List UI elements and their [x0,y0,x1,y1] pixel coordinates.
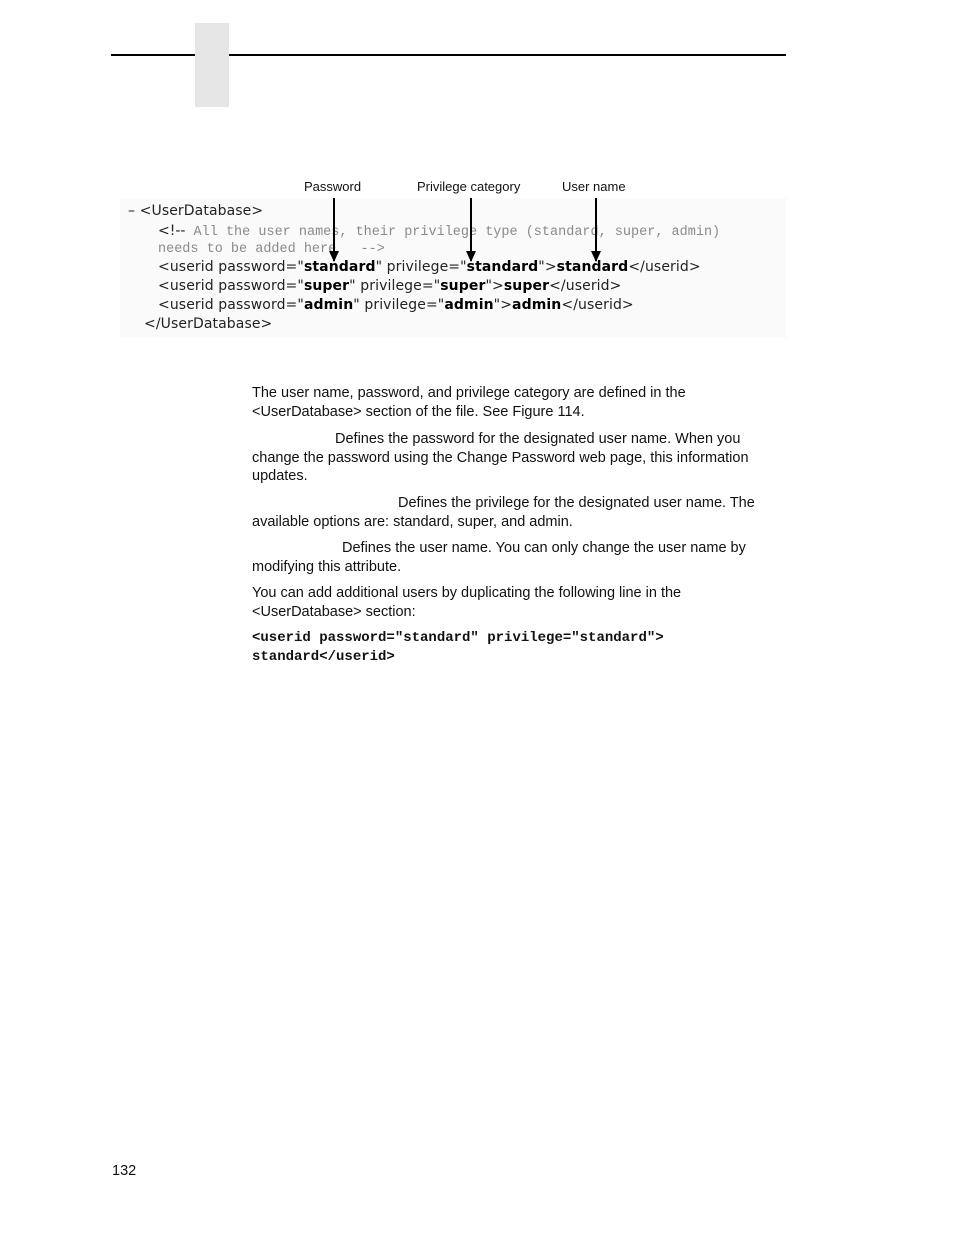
user-value: super [503,278,550,294]
code-line-1: <userid password="standard" privilege="s… [252,630,664,646]
code-line-2: standard</userid> [252,649,395,665]
privilege-value: super [440,278,486,294]
username-description: Defines the user name. You can only chan… [252,540,746,575]
xml-userid-row: <userid password="standard" privilege="s… [158,259,701,275]
password-value: standard [303,259,376,275]
xml-open-tag: – <UserDatabase> [128,203,264,219]
privilege-description: Defines the privilege for the designated… [252,495,755,530]
xml-userid-row: <userid password="super" privilege="supe… [158,278,621,294]
xml-text: <userid password=" [158,259,304,275]
callout-privilege-category: Privilege category [417,179,521,194]
xml-text: </userid> [549,278,622,294]
xml-text: "> [538,259,557,275]
xml-comment-line2: needs to be added here --> [158,242,385,257]
xml-text: </userid> [561,297,634,313]
password-description: Defines the password for the designated … [252,431,749,484]
xml-text: <userid password=" [158,278,304,294]
xml-text: "> [493,297,513,313]
privilege-value: admin [444,297,494,313]
xml-text: </userid> [628,259,701,275]
add-users-paragraph: You can add additional users by duplicat… [252,585,682,620]
xml-text: " privilege=" [375,259,467,275]
comment-open: <!-- [158,223,186,239]
password-value: admin [303,297,354,313]
xml-comment-line1: <!-- All the user names, their privilege… [158,223,720,240]
comment-text: All the user names, their privilege type… [185,225,721,240]
user-value: admin [512,297,562,313]
intro-paragraph: The user name, password, and privilege c… [252,385,686,420]
callout-user-name: User name [562,179,626,194]
xml-text: "> [485,278,504,294]
xml-close-tag: </UserDatabase> [144,316,273,332]
xml-text: <userid password=" [158,297,304,313]
user-database-figure: Password Privilege category User name – … [120,175,786,340]
page-number: 132 [112,1163,137,1179]
chapter-tab [195,23,229,107]
xml-userid-row: <userid password="admin" privilege="admi… [158,297,634,313]
privilege-value: standard [466,259,539,275]
password-value: super [303,278,350,294]
callout-password: Password [304,179,362,194]
username-arrow-icon [591,198,601,262]
password-arrow-icon [329,198,339,262]
xml-text: " privilege=" [353,297,445,313]
xml-text: " privilege=" [349,278,441,294]
privilege-arrow-icon [466,198,476,262]
